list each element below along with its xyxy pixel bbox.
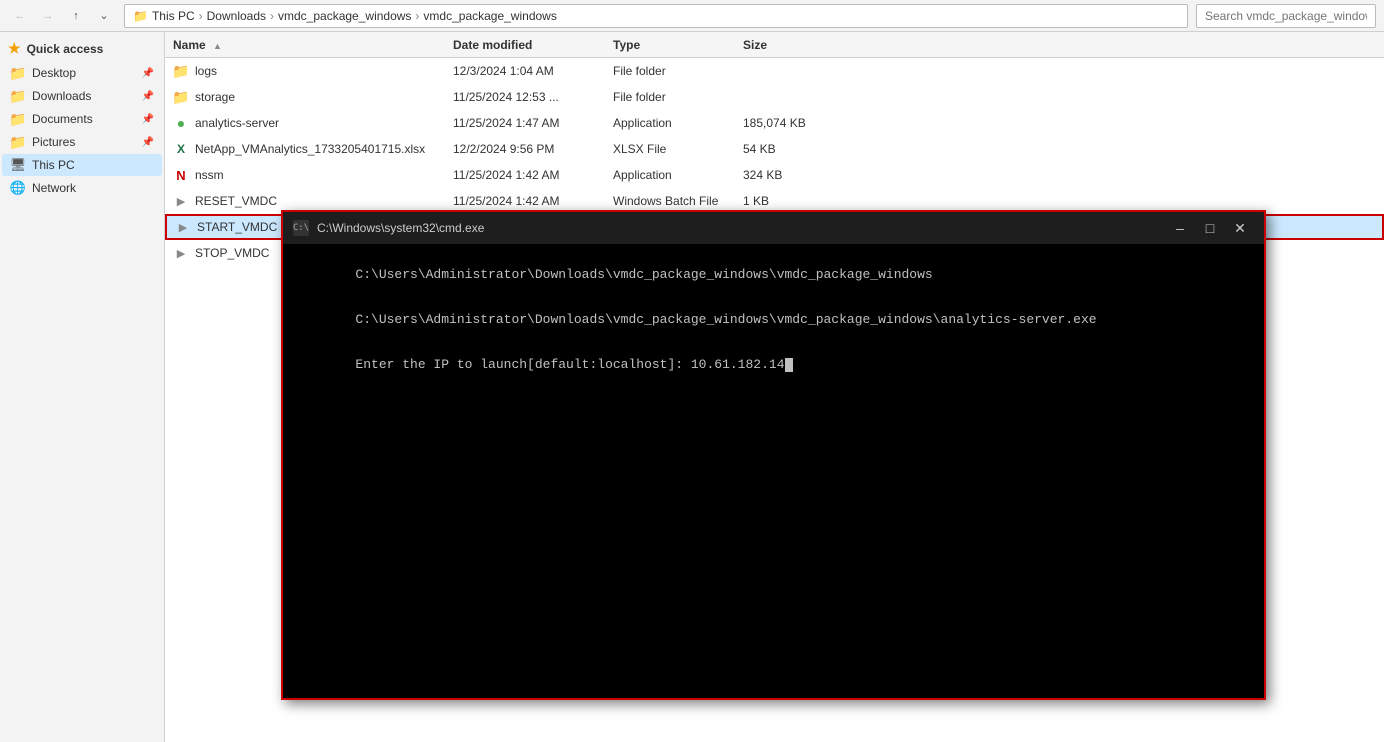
- file-type-nssm: Application: [613, 168, 743, 182]
- cmd-title-bar: C:\ C:\Windows\system32\cmd.exe – □ ✕: [283, 212, 1264, 244]
- file-type-reset: Windows Batch File: [613, 194, 743, 208]
- sidebar-item-downloads[interactable]: 📁 Downloads 📌: [2, 85, 162, 107]
- sort-arrow: ▲: [213, 41, 222, 51]
- n-icon-nssm: N: [173, 167, 189, 183]
- sidebar-item-pictures[interactable]: 📁 Pictures 📌: [2, 131, 162, 153]
- file-row-netapp-xlsx[interactable]: X NetApp_VMAnalytics_1733205401715.xlsx …: [165, 136, 1384, 162]
- file-size-netapp: 54 KB: [743, 142, 843, 156]
- addr-part-4: vmdc_package_windows: [423, 9, 556, 23]
- app-icon-analytics: ●: [173, 115, 189, 131]
- folder-icon-storage: 📁: [173, 89, 189, 105]
- col-header-size[interactable]: Size: [743, 38, 843, 52]
- pc-icon: 🖥: [10, 157, 26, 173]
- sidebar-label-documents: Documents: [32, 112, 93, 126]
- file-date-netapp: 12/2/2024 9:56 PM: [453, 142, 613, 156]
- pin-icon-pictures: 📌: [142, 137, 154, 148]
- excel-icon: X: [173, 141, 189, 157]
- cmd-window-buttons: – □ ✕: [1166, 214, 1254, 242]
- file-name-storage: storage: [195, 90, 235, 104]
- sidebar: ★ Quick access 📁 Desktop 📌 📁 Downloads 📌…: [0, 32, 165, 742]
- col-header-name[interactable]: Name ▲: [173, 38, 453, 52]
- file-name-stop: STOP_VMDC: [195, 246, 269, 260]
- file-type-netapp: XLSX File: [613, 142, 743, 156]
- forward-button[interactable]: →: [36, 4, 60, 28]
- file-date-nssm: 11/25/2024 1:42 AM: [453, 168, 613, 182]
- addr-part-2: Downloads: [207, 9, 266, 23]
- nav-buttons: ← → ↑ ⌄: [8, 4, 116, 28]
- cmd-icon: C:\: [293, 220, 309, 236]
- search-input[interactable]: [1196, 4, 1376, 28]
- file-row-storage[interactable]: 📁 storage 11/25/2024 12:53 ... File fold…: [165, 84, 1384, 110]
- cmd-maximize-button[interactable]: □: [1196, 214, 1224, 242]
- pin-icon-downloads: 📌: [142, 91, 154, 102]
- file-row-nssm[interactable]: N nssm 11/25/2024 1:42 AM Application 32…: [165, 162, 1384, 188]
- cmd-minimize-button[interactable]: –: [1166, 214, 1194, 242]
- file-name-analytics: analytics-server: [195, 116, 279, 130]
- file-date-logs: 12/3/2024 1:04 AM: [453, 64, 613, 78]
- recent-button[interactable]: ⌄: [92, 4, 116, 28]
- bat-icon-start: ▶: [175, 219, 191, 235]
- cmd-line-2: C:\Users\Administrator\Downloads\vmdc_pa…: [355, 312, 1096, 327]
- file-type-logs: File folder: [613, 64, 743, 78]
- sidebar-label-this-pc: This PC: [32, 158, 75, 172]
- folder-icon-downloads: 📁: [10, 88, 26, 104]
- quick-access-label: Quick access: [27, 42, 104, 56]
- bat-icon-reset: ▶: [173, 193, 189, 209]
- cmd-window: C:\ C:\Windows\system32\cmd.exe – □ ✕ C:…: [281, 210, 1266, 700]
- bat-icon-stop: ▶: [173, 245, 189, 261]
- sidebar-label-network: Network: [32, 181, 76, 195]
- sidebar-label-desktop: Desktop: [32, 66, 76, 80]
- sidebar-item-documents[interactable]: 📁 Documents 📌: [2, 108, 162, 130]
- file-date-analytics: 11/25/2024 1:47 AM: [453, 116, 613, 130]
- cmd-line-3: Enter the IP to launch[default:localhost…: [355, 357, 784, 372]
- pin-icon-documents: 📌: [142, 114, 154, 125]
- network-icon: 🌐: [10, 180, 26, 196]
- address-bar[interactable]: 📁 This PC › Downloads › vmdc_package_win…: [124, 4, 1188, 28]
- column-header: Name ▲ Date modified Type Size: [165, 32, 1384, 58]
- file-row-analytics-server[interactable]: ● analytics-server 11/25/2024 1:47 AM Ap…: [165, 110, 1384, 136]
- file-name-logs: logs: [195, 64, 217, 78]
- folder-icon-pictures: 📁: [10, 134, 26, 150]
- file-row-logs[interactable]: 📁 logs 12/3/2024 1:04 AM File folder: [165, 58, 1384, 84]
- file-date-reset: 11/25/2024 1:42 AM: [453, 194, 613, 208]
- file-area: Name ▲ Date modified Type Size 📁 logs 12…: [165, 32, 1384, 742]
- main-layout: ★ Quick access 📁 Desktop 📌 📁 Downloads 📌…: [0, 32, 1384, 742]
- sidebar-item-this-pc[interactable]: 🖥 This PC: [2, 154, 162, 176]
- file-type-storage: File folder: [613, 90, 743, 104]
- file-size-reset: 1 KB: [743, 194, 843, 208]
- file-name-reset: RESET_VMDC: [195, 194, 277, 208]
- addr-part-3: vmdc_package_windows: [278, 9, 411, 23]
- folder-icon-documents: 📁: [10, 111, 26, 127]
- cmd-title-text: C:\Windows\system32\cmd.exe: [317, 221, 1158, 235]
- folder-icon-addr: 📁: [133, 9, 148, 23]
- folder-icon-desktop: 📁: [10, 65, 26, 81]
- file-name-netapp: NetApp_VMAnalytics_1733205401715.xlsx: [195, 142, 425, 156]
- sidebar-item-desktop[interactable]: 📁 Desktop 📌: [2, 62, 162, 84]
- quick-access-header: ★ Quick access: [0, 36, 164, 61]
- sidebar-label-pictures: Pictures: [32, 135, 75, 149]
- addr-part-1: This PC: [152, 9, 195, 23]
- file-type-analytics: Application: [613, 116, 743, 130]
- pin-icon-desktop: 📌: [142, 68, 154, 79]
- col-header-date[interactable]: Date modified: [453, 38, 613, 52]
- folder-icon-logs: 📁: [173, 63, 189, 79]
- sidebar-label-downloads: Downloads: [32, 89, 91, 103]
- back-button[interactable]: ←: [8, 4, 32, 28]
- title-bar: ← → ↑ ⌄ 📁 This PC › Downloads › vmdc_pac…: [0, 0, 1384, 32]
- cmd-line-1: C:\Users\Administrator\Downloads\vmdc_pa…: [355, 267, 932, 282]
- cmd-body[interactable]: C:\Users\Administrator\Downloads\vmdc_pa…: [283, 244, 1264, 698]
- file-size-nssm: 324 KB: [743, 168, 843, 182]
- file-date-storage: 11/25/2024 12:53 ...: [453, 90, 613, 104]
- col-header-type[interactable]: Type: [613, 38, 743, 52]
- file-name-start: START_VMDC: [197, 220, 277, 234]
- file-name-nssm: nssm: [195, 168, 224, 182]
- star-icon: ★: [8, 40, 21, 57]
- up-button[interactable]: ↑: [64, 4, 88, 28]
- cmd-cursor: [785, 358, 793, 372]
- file-size-analytics: 185,074 KB: [743, 116, 843, 130]
- sidebar-item-network[interactable]: 🌐 Network: [2, 177, 162, 199]
- cmd-close-button[interactable]: ✕: [1226, 214, 1254, 242]
